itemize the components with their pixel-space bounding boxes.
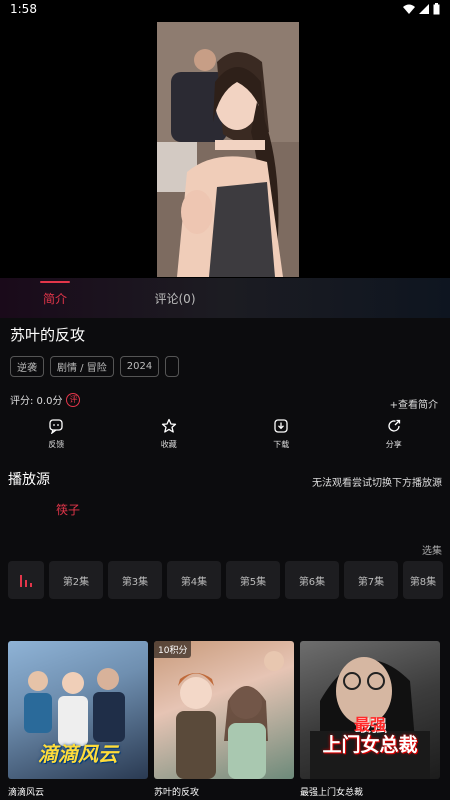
tag-item[interactable]: 剧情 / 冒险 [50,356,114,377]
recommendation-card[interactable]: 滴滴风云 滴滴风云 [8,641,148,798]
playing-icon [20,573,32,587]
wifi-icon [403,4,415,14]
star-icon [161,418,176,433]
download-button[interactable]: 下载 [225,418,338,462]
share-button[interactable]: 分享 [338,418,450,462]
detail-content: 苏叶的反攻 逆袭 剧情 / 冒险 2024 评分: 0.0分 评 +查看简介 反… [0,318,450,800]
episode-item[interactable]: 第3集 [108,561,162,599]
play-source-hint: 无法观看尝试切换下方播放源 [312,478,442,489]
drama-title: 苏叶的反攻 [10,326,86,344]
recommendation-list: 滴滴风云 滴滴风云 10积分 苏叶的反攻 最强 上门女总裁 最强上门女总裁 [8,641,440,798]
status-bar: 1:58 [0,0,450,18]
battery-icon [433,3,440,15]
action-bar: 反馈 收藏 下载 分享 [0,418,450,462]
episode-item[interactable]: 第2集 [49,561,103,599]
recommendation-card[interactable]: 最强 上门女总裁 最强上门女总裁 [300,641,440,798]
tab-comments[interactable]: 评论(0) [120,290,230,307]
feedback-button[interactable]: 反馈 [0,418,113,462]
feedback-icon [49,419,63,434]
video-frame [157,22,299,277]
status-icons [403,3,440,15]
tag-list: 逆袭 剧情 / 冒险 2024 [10,356,180,377]
recommendation-title: 滴滴风云 [8,788,45,798]
poster-image: 最强 上门女总裁 [300,641,440,779]
download-label: 下载 [273,440,290,449]
tag-item[interactable] [165,356,180,377]
share-label: 分享 [385,440,402,449]
rating: 评分: 0.0分 评 [10,392,81,407]
episode-item[interactable]: 第4集 [167,561,221,599]
poster-image: 10积分 [154,641,294,779]
play-source-option[interactable]: 筷子 [56,501,80,518]
tab-intro[interactable]: 简介 [0,280,110,307]
select-episode-link[interactable]: 选集 [422,542,442,557]
poster-title: 上门女总裁 [322,734,418,756]
status-time: 1:58 [10,2,37,16]
recommendation-title: 苏叶的反攻 [154,788,200,798]
share-icon [388,419,400,432]
tag-item[interactable]: 逆袭 [10,356,44,377]
view-intro-link[interactable]: +查看简介 [390,396,438,411]
poster-image: 滴滴风云 [8,641,148,779]
recommendation-title: 最强上门女总裁 [300,788,364,798]
rate-button[interactable]: 评 [66,392,81,407]
video-still-image [157,22,299,277]
detail-tabs: 简介 评论(0) [0,278,450,318]
episode-current[interactable] [8,561,44,599]
signal-icon [419,4,429,14]
poster-title: 滴滴风云 [38,742,118,766]
episode-list: 第2集 第3集 第4集 第5集 第6集 第7集 第8集 [8,561,443,599]
play-source-title: 播放源 [8,472,50,488]
feedback-label: 反馈 [48,440,65,449]
episode-item[interactable]: 第6集 [285,561,339,599]
rating-label: 评分: 0.0分 [10,396,63,407]
favorite-button[interactable]: 收藏 [113,418,226,462]
tag-item[interactable]: 2024 [119,356,160,377]
favorite-label: 收藏 [160,440,177,449]
recommendation-card[interactable]: 10积分 苏叶的反攻 [154,641,294,798]
episode-item[interactable]: 第8集 [403,561,443,599]
episode-item[interactable]: 第7集 [344,561,398,599]
download-icon [274,419,288,433]
points-badge: 10积分 [154,641,192,658]
video-player[interactable] [0,22,450,277]
episode-item[interactable]: 第5集 [226,561,280,599]
